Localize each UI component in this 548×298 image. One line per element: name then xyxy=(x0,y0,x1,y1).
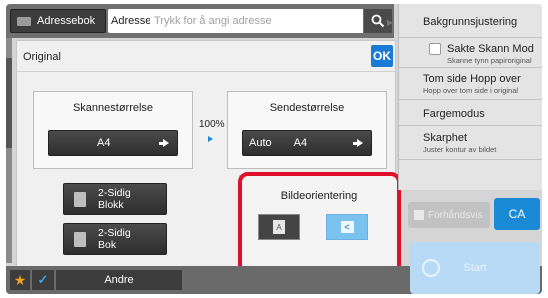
start-button[interactable]: Start xyxy=(410,242,540,294)
dialog-divider xyxy=(17,71,395,72)
rp-item-sub: Hopp over tom side i original xyxy=(423,86,519,95)
screen: Adressebok Adresse Original OK Skannestø… xyxy=(6,4,542,294)
left-edge xyxy=(6,38,12,263)
other-button[interactable]: Andre xyxy=(56,270,182,290)
rp-background-adjust[interactable]: Bakgrunnsjustering xyxy=(399,4,542,38)
slow-scan-checkbox[interactable] xyxy=(429,43,441,55)
right-panel: ▶ Bakgrunnsjustering Sakte Skann Mod Ska… xyxy=(387,4,542,190)
clear-all-button[interactable]: CA xyxy=(494,198,540,230)
preview-label: Forhåndsvis xyxy=(428,209,483,221)
rp-item-sub: Juster kontur av bildet xyxy=(423,145,497,154)
send-size-button[interactable]: Auto A4 xyxy=(242,130,372,156)
check-icon: ✓ xyxy=(37,272,49,287)
ok-button[interactable]: OK xyxy=(371,45,393,67)
arrow-right-icon xyxy=(159,139,169,147)
scale-ratio: 100% xyxy=(199,119,225,130)
send-size-value: A4 xyxy=(293,137,308,149)
rp-item-label: Tom side Hopp over xyxy=(423,73,521,85)
send-size-panel: Sendestørrelse Auto A4 xyxy=(227,91,387,169)
star-icon: ★ xyxy=(13,271,27,288)
arrow-right-icon xyxy=(353,139,363,147)
rp-item-label: Skarphet xyxy=(423,132,468,144)
favorite-button[interactable]: ★ xyxy=(10,270,30,290)
scan-size-button[interactable]: A4 xyxy=(48,130,178,156)
preview-button[interactable]: Forhåndsvis xyxy=(408,202,490,228)
rp-color-mode[interactable]: Fargemodus xyxy=(399,100,542,126)
rp-blank-skip[interactable]: Tom side Hopp over Hopp over tom side i … xyxy=(399,68,542,100)
send-size-mode: Auto xyxy=(249,137,272,149)
start-icon xyxy=(422,259,440,277)
search-icon xyxy=(371,14,385,28)
start-label: Start xyxy=(463,262,487,274)
addressbook-icon xyxy=(17,16,31,26)
preview-icon xyxy=(414,210,424,220)
top-bar: Adressebok Adresse xyxy=(6,4,394,38)
panel-arrow-icon: ▶ xyxy=(387,18,394,27)
document-icon xyxy=(74,191,86,207)
scan-size-panel: Skannestørrelse A4 xyxy=(33,91,193,169)
dialog-title: Original xyxy=(23,51,61,63)
scan-size-title: Skannestørrelse xyxy=(72,102,154,114)
rp-sharpness[interactable]: Skarphet Juster kontur av bildet xyxy=(399,126,542,160)
rp-item-label: Bakgrunnsjustering xyxy=(423,16,518,28)
rp-item-sub: Skanne tynn papiroriginal xyxy=(447,56,532,65)
duplex-book-label: 2-Sidig Bok xyxy=(98,227,131,251)
address-label: Adresse xyxy=(108,9,151,33)
book-icon xyxy=(74,231,86,247)
checkmark-button[interactable]: ✓ xyxy=(32,270,54,290)
addressbook-button[interactable]: Adressebok xyxy=(10,9,106,33)
duplex-booklet-button[interactable]: 2-Sidig Blokk xyxy=(63,183,167,215)
addressbook-label: Adressebok xyxy=(37,15,96,27)
scan-size-value: A4 xyxy=(97,137,111,149)
rp-item-label: Sakte Skann Mod xyxy=(447,43,534,55)
address-input[interactable] xyxy=(150,9,363,33)
duplex-book-button[interactable]: 2-Sidig Bok xyxy=(63,223,167,255)
play-arrow-icon xyxy=(208,136,213,142)
rp-item-label: Fargemodus xyxy=(423,108,485,120)
highlight-frame xyxy=(238,172,401,275)
rp-slow-scan[interactable]: Sakte Skann Mod Skanne tynn papirorigina… xyxy=(399,38,542,68)
duplex-booklet-label: 2-Sidig Blokk xyxy=(98,187,131,211)
send-size-title: Sendestørrelse xyxy=(269,102,345,114)
